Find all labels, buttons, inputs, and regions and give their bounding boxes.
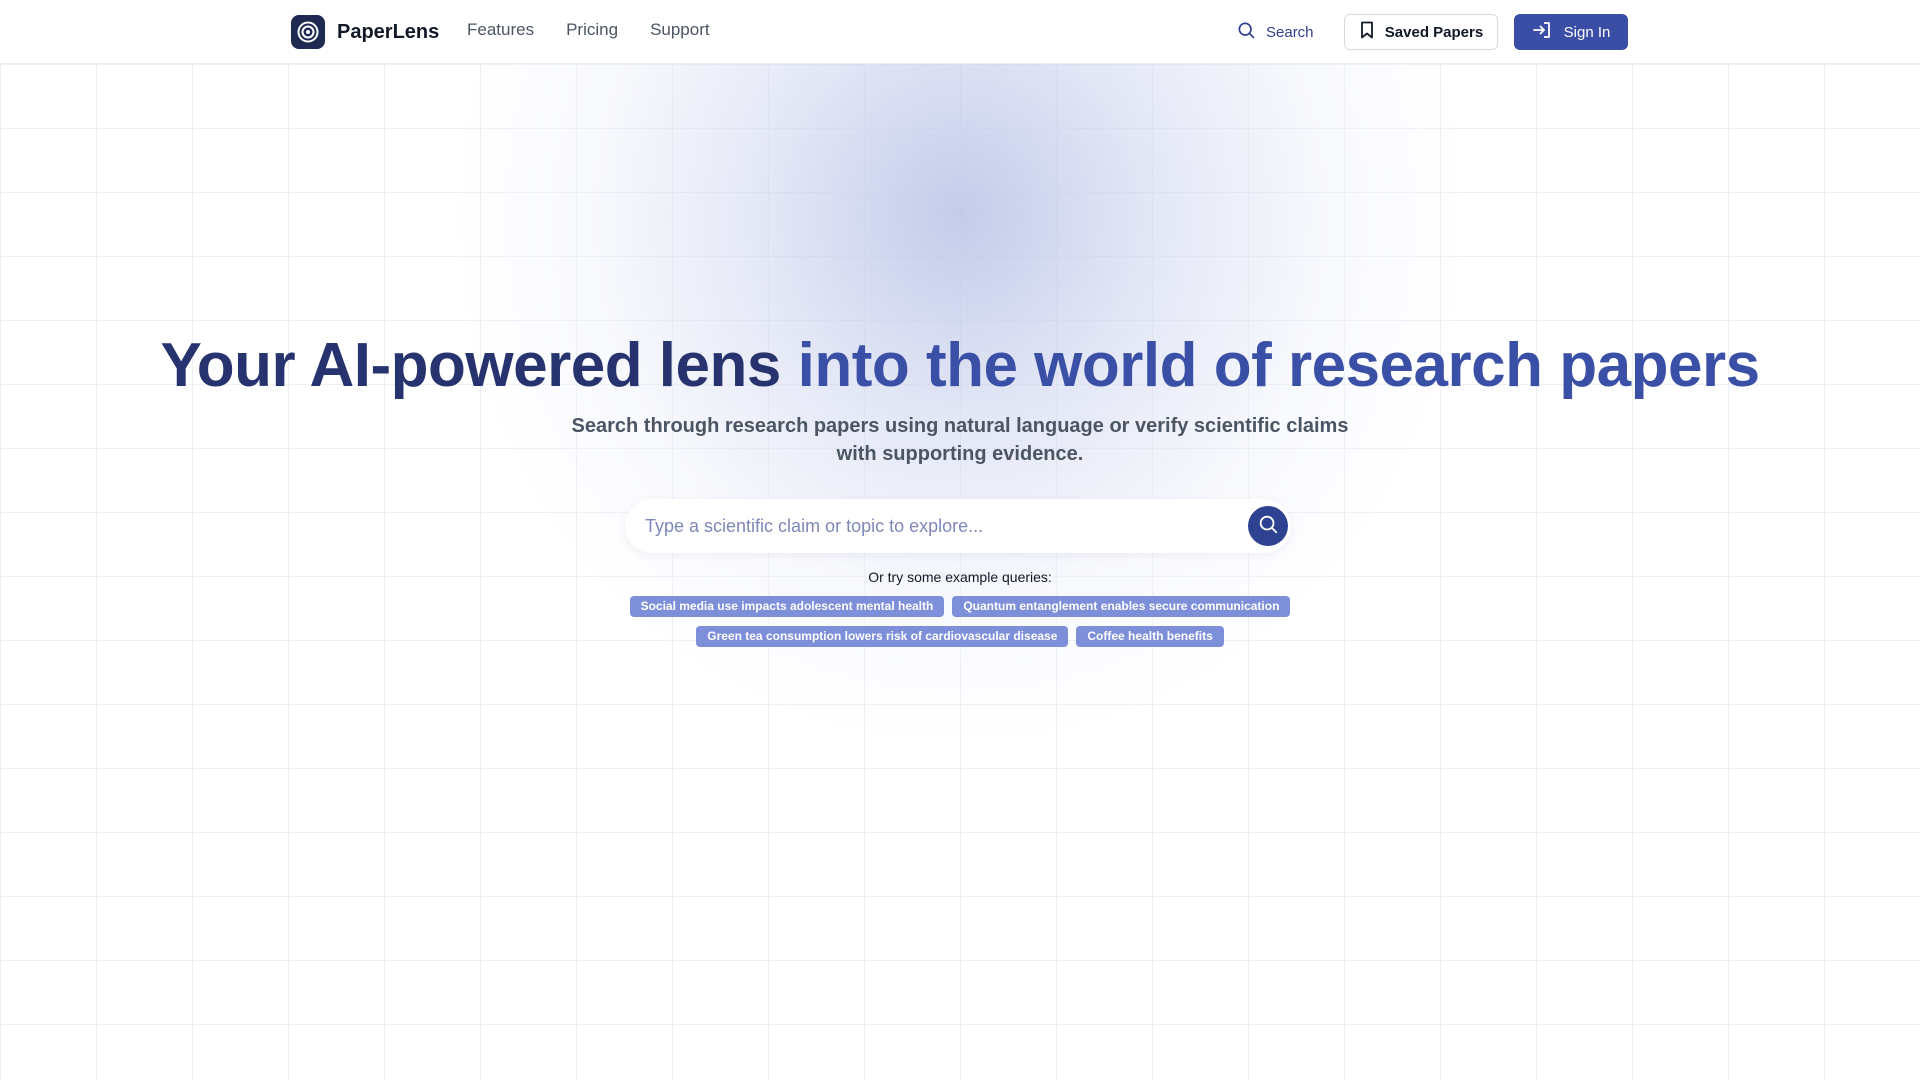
header-search-label: Search (1266, 23, 1314, 41)
examples-label: Or try some example queries: (868, 569, 1052, 585)
saved-papers-label: Saved Papers (1384, 23, 1484, 41)
sign-in-label: Sign In (1563, 23, 1611, 41)
nav-features[interactable]: Features (467, 20, 534, 40)
main-nav: Features Pricing Support (467, 20, 710, 40)
search-icon (1257, 513, 1279, 540)
lens-logo-icon (291, 15, 325, 49)
brand-name: PaperLens (337, 20, 440, 43)
hero-subtitle: Search through research papers using nat… (571, 415, 1349, 465)
example-chip-green-tea[interactable]: Green tea consumption lowers risk of car… (696, 626, 1069, 647)
search-icon (1236, 20, 1256, 44)
hero-title-part1: Your AI-powered lens (160, 331, 781, 400)
claim-search-submit-button[interactable] (1248, 506, 1288, 546)
saved-papers-button[interactable]: Saved Papers (1344, 14, 1498, 50)
hero-title: Your AI-powered lens into the world of r… (0, 330, 1920, 401)
brand[interactable]: PaperLens (291, 15, 439, 49)
sign-in-icon (1532, 21, 1552, 43)
top-header: PaperLens Features Pricing Support Searc… (0, 0, 1920, 64)
claim-search-box (625, 499, 1291, 553)
nav-pricing[interactable]: Pricing (566, 20, 618, 40)
example-chip-social-media[interactable]: Social media use impacts adolescent ment… (629, 596, 945, 617)
bookmark-icon (1359, 21, 1375, 43)
nav-support[interactable]: Support (650, 20, 710, 40)
example-queries: Social media use impacts adolescent ment… (610, 596, 1310, 647)
sign-in-button[interactable]: Sign In (1514, 14, 1628, 50)
header-search-button[interactable]: Search (1236, 17, 1314, 47)
example-chip-coffee[interactable]: Coffee health benefits (1076, 626, 1224, 647)
example-chip-quantum[interactable]: Quantum entanglement enables secure comm… (952, 596, 1291, 617)
hero-title-part2: into the world of research papers (797, 331, 1760, 400)
claim-search-input[interactable] (645, 499, 1235, 553)
page: PaperLens Features Pricing Support Searc… (0, 0, 1920, 1080)
